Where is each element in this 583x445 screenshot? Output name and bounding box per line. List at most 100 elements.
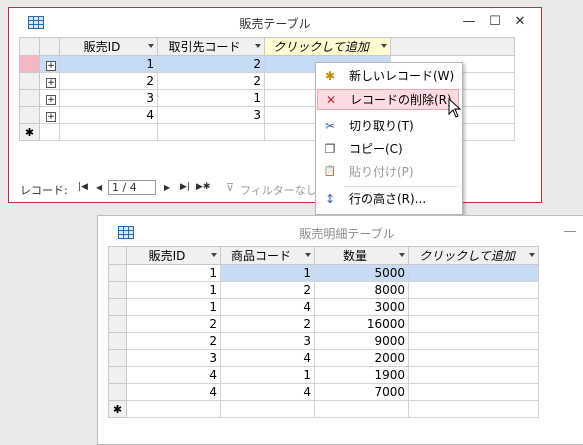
table-row[interactable]: 3 4 2000	[108, 349, 539, 367]
row-selector[interactable]	[108, 315, 127, 333]
dropdown-arrow-icon[interactable]	[381, 44, 387, 48]
new-record-icon[interactable]: ✱	[19, 123, 40, 141]
dropdown-arrow-icon[interactable]	[399, 253, 405, 257]
quantity-cell[interactable]: 2000	[314, 349, 409, 367]
column-header[interactable]: 販売ID	[126, 246, 221, 265]
dropdown-arrow-icon[interactable]	[305, 253, 311, 257]
row-selector[interactable]	[19, 72, 40, 90]
quantity-cell[interactable]: 8000	[314, 281, 409, 299]
quantity-cell[interactable]: 1900	[314, 366, 409, 384]
new-record-row[interactable]: ✱	[108, 400, 539, 418]
row-selector[interactable]	[108, 332, 127, 350]
dropdown-arrow-icon[interactable]	[529, 253, 535, 257]
product-code-cell[interactable]: 4	[220, 298, 315, 316]
expand-icon[interactable]: +	[46, 61, 56, 71]
quantity-cell[interactable]: 5000	[314, 264, 409, 282]
first-record-button[interactable]: |◀	[78, 182, 88, 192]
product-code-cell[interactable]: 3	[220, 332, 315, 350]
column-header[interactable]: 数量	[314, 246, 409, 265]
menu-item-cut[interactable]: ✂ 切り取り(T)	[317, 116, 459, 137]
row-selector[interactable]	[108, 281, 127, 299]
menu-item-row-height[interactable]: ↕ 行の高さ(R)...	[317, 189, 459, 210]
filter-status[interactable]: フィルターなし	[240, 182, 317, 198]
next-record-button[interactable]: ▶	[164, 183, 170, 192]
expand-cell[interactable]: +	[39, 55, 60, 73]
product-code-cell[interactable]: 2	[220, 315, 315, 333]
add-column-header[interactable]: クリックして追加	[408, 246, 539, 265]
product-code-cell[interactable]: 4	[220, 383, 315, 401]
sales-id-cell[interactable]: 1	[59, 55, 158, 73]
expand-cell[interactable]: +	[39, 72, 60, 90]
table-row[interactable]: 1 1 5000	[108, 264, 539, 282]
product-code-cell[interactable]: 2	[220, 281, 315, 299]
expand-cell[interactable]: +	[39, 106, 60, 124]
sales-id-cell[interactable]: 1	[126, 298, 221, 316]
sales-id-cell[interactable]: 4	[126, 383, 221, 401]
column-header[interactable]: 商品コード	[220, 246, 315, 265]
add-cell[interactable]	[408, 332, 539, 350]
dropdown-arrow-icon[interactable]	[211, 253, 217, 257]
row-selector[interactable]	[19, 55, 40, 73]
customer-code-cell[interactable]: 3	[157, 106, 265, 124]
product-code-cell[interactable]: 4	[220, 349, 315, 367]
table-row[interactable]: 4 4 7000	[108, 383, 539, 401]
close-button[interactable]: ✕	[508, 12, 532, 32]
minimize-button[interactable]: —	[558, 222, 582, 242]
sort-dropdown-icon[interactable]	[148, 44, 154, 48]
sales-id-cell[interactable]: 3	[126, 349, 221, 367]
product-code-cell[interactable]: 1	[220, 366, 315, 384]
last-record-button[interactable]: ▶|	[180, 182, 190, 192]
table-row[interactable]: 1 4 3000	[108, 298, 539, 316]
quantity-cell[interactable]: 7000	[314, 383, 409, 401]
expand-cell[interactable]: +	[39, 89, 60, 107]
sales-id-cell[interactable]: 2	[59, 72, 158, 90]
sales-id-cell[interactable]: 2	[126, 332, 221, 350]
product-code-cell[interactable]: 1	[220, 264, 315, 282]
customer-code-cell[interactable]: 2	[157, 55, 265, 73]
row-selector[interactable]	[108, 298, 127, 316]
expand-icon[interactable]: +	[46, 112, 56, 122]
sales-id-cell[interactable]: 2	[126, 315, 221, 333]
row-selector[interactable]	[108, 366, 127, 384]
quantity-cell[interactable]: 9000	[314, 332, 409, 350]
add-cell[interactable]	[408, 315, 539, 333]
column-header[interactable]: 取引先コード	[157, 37, 265, 56]
menu-item-new-record[interactable]: ✱ 新しいレコード(W)	[317, 66, 459, 87]
sales-id-cell[interactable]: 4	[59, 106, 158, 124]
maximize-button[interactable]: ☐	[483, 12, 507, 32]
table-row[interactable]: 2 3 9000	[108, 332, 539, 350]
add-cell[interactable]	[408, 281, 539, 299]
new-record-icon[interactable]: ✱	[108, 400, 127, 418]
row-selector[interactable]	[108, 264, 127, 282]
expand-icon[interactable]: +	[46, 78, 56, 88]
previous-record-button[interactable]: ◀	[96, 183, 102, 192]
row-selector[interactable]	[19, 89, 40, 107]
row-selector[interactable]	[108, 383, 127, 401]
select-all-corner[interactable]	[108, 246, 127, 265]
menu-item-delete-record[interactable]: ✕ レコードの削除(R)	[317, 89, 459, 110]
add-column-header[interactable]: クリックして追加	[264, 37, 391, 56]
add-cell[interactable]	[408, 383, 539, 401]
sales-id-cell[interactable]: 1	[126, 281, 221, 299]
table-row[interactable]: 2 2 16000	[108, 315, 539, 333]
select-all-corner[interactable]	[19, 37, 40, 56]
new-record-button[interactable]: ▶✱	[196, 182, 210, 192]
dropdown-arrow-icon[interactable]	[255, 44, 261, 48]
menu-item-copy[interactable]: ❐ コピー(C)	[317, 139, 459, 160]
add-cell[interactable]	[408, 298, 539, 316]
table-row[interactable]: 4 1 1900	[108, 366, 539, 384]
table-row[interactable]: 1 2 8000	[108, 281, 539, 299]
add-cell[interactable]	[408, 349, 539, 367]
add-cell[interactable]	[408, 264, 539, 282]
sales-id-cell[interactable]: 3	[59, 89, 158, 107]
sales-id-cell[interactable]: 4	[126, 366, 221, 384]
quantity-cell[interactable]: 3000	[314, 298, 409, 316]
minimize-button[interactable]: —	[457, 12, 481, 32]
row-selector[interactable]	[108, 349, 127, 367]
row-selector[interactable]	[19, 106, 40, 124]
customer-code-cell[interactable]: 1	[157, 89, 265, 107]
record-position-input[interactable]: 1 / 4	[108, 180, 156, 195]
expand-icon[interactable]: +	[46, 95, 56, 105]
column-header[interactable]: 販売ID	[59, 37, 158, 56]
quantity-cell[interactable]: 16000	[314, 315, 409, 333]
